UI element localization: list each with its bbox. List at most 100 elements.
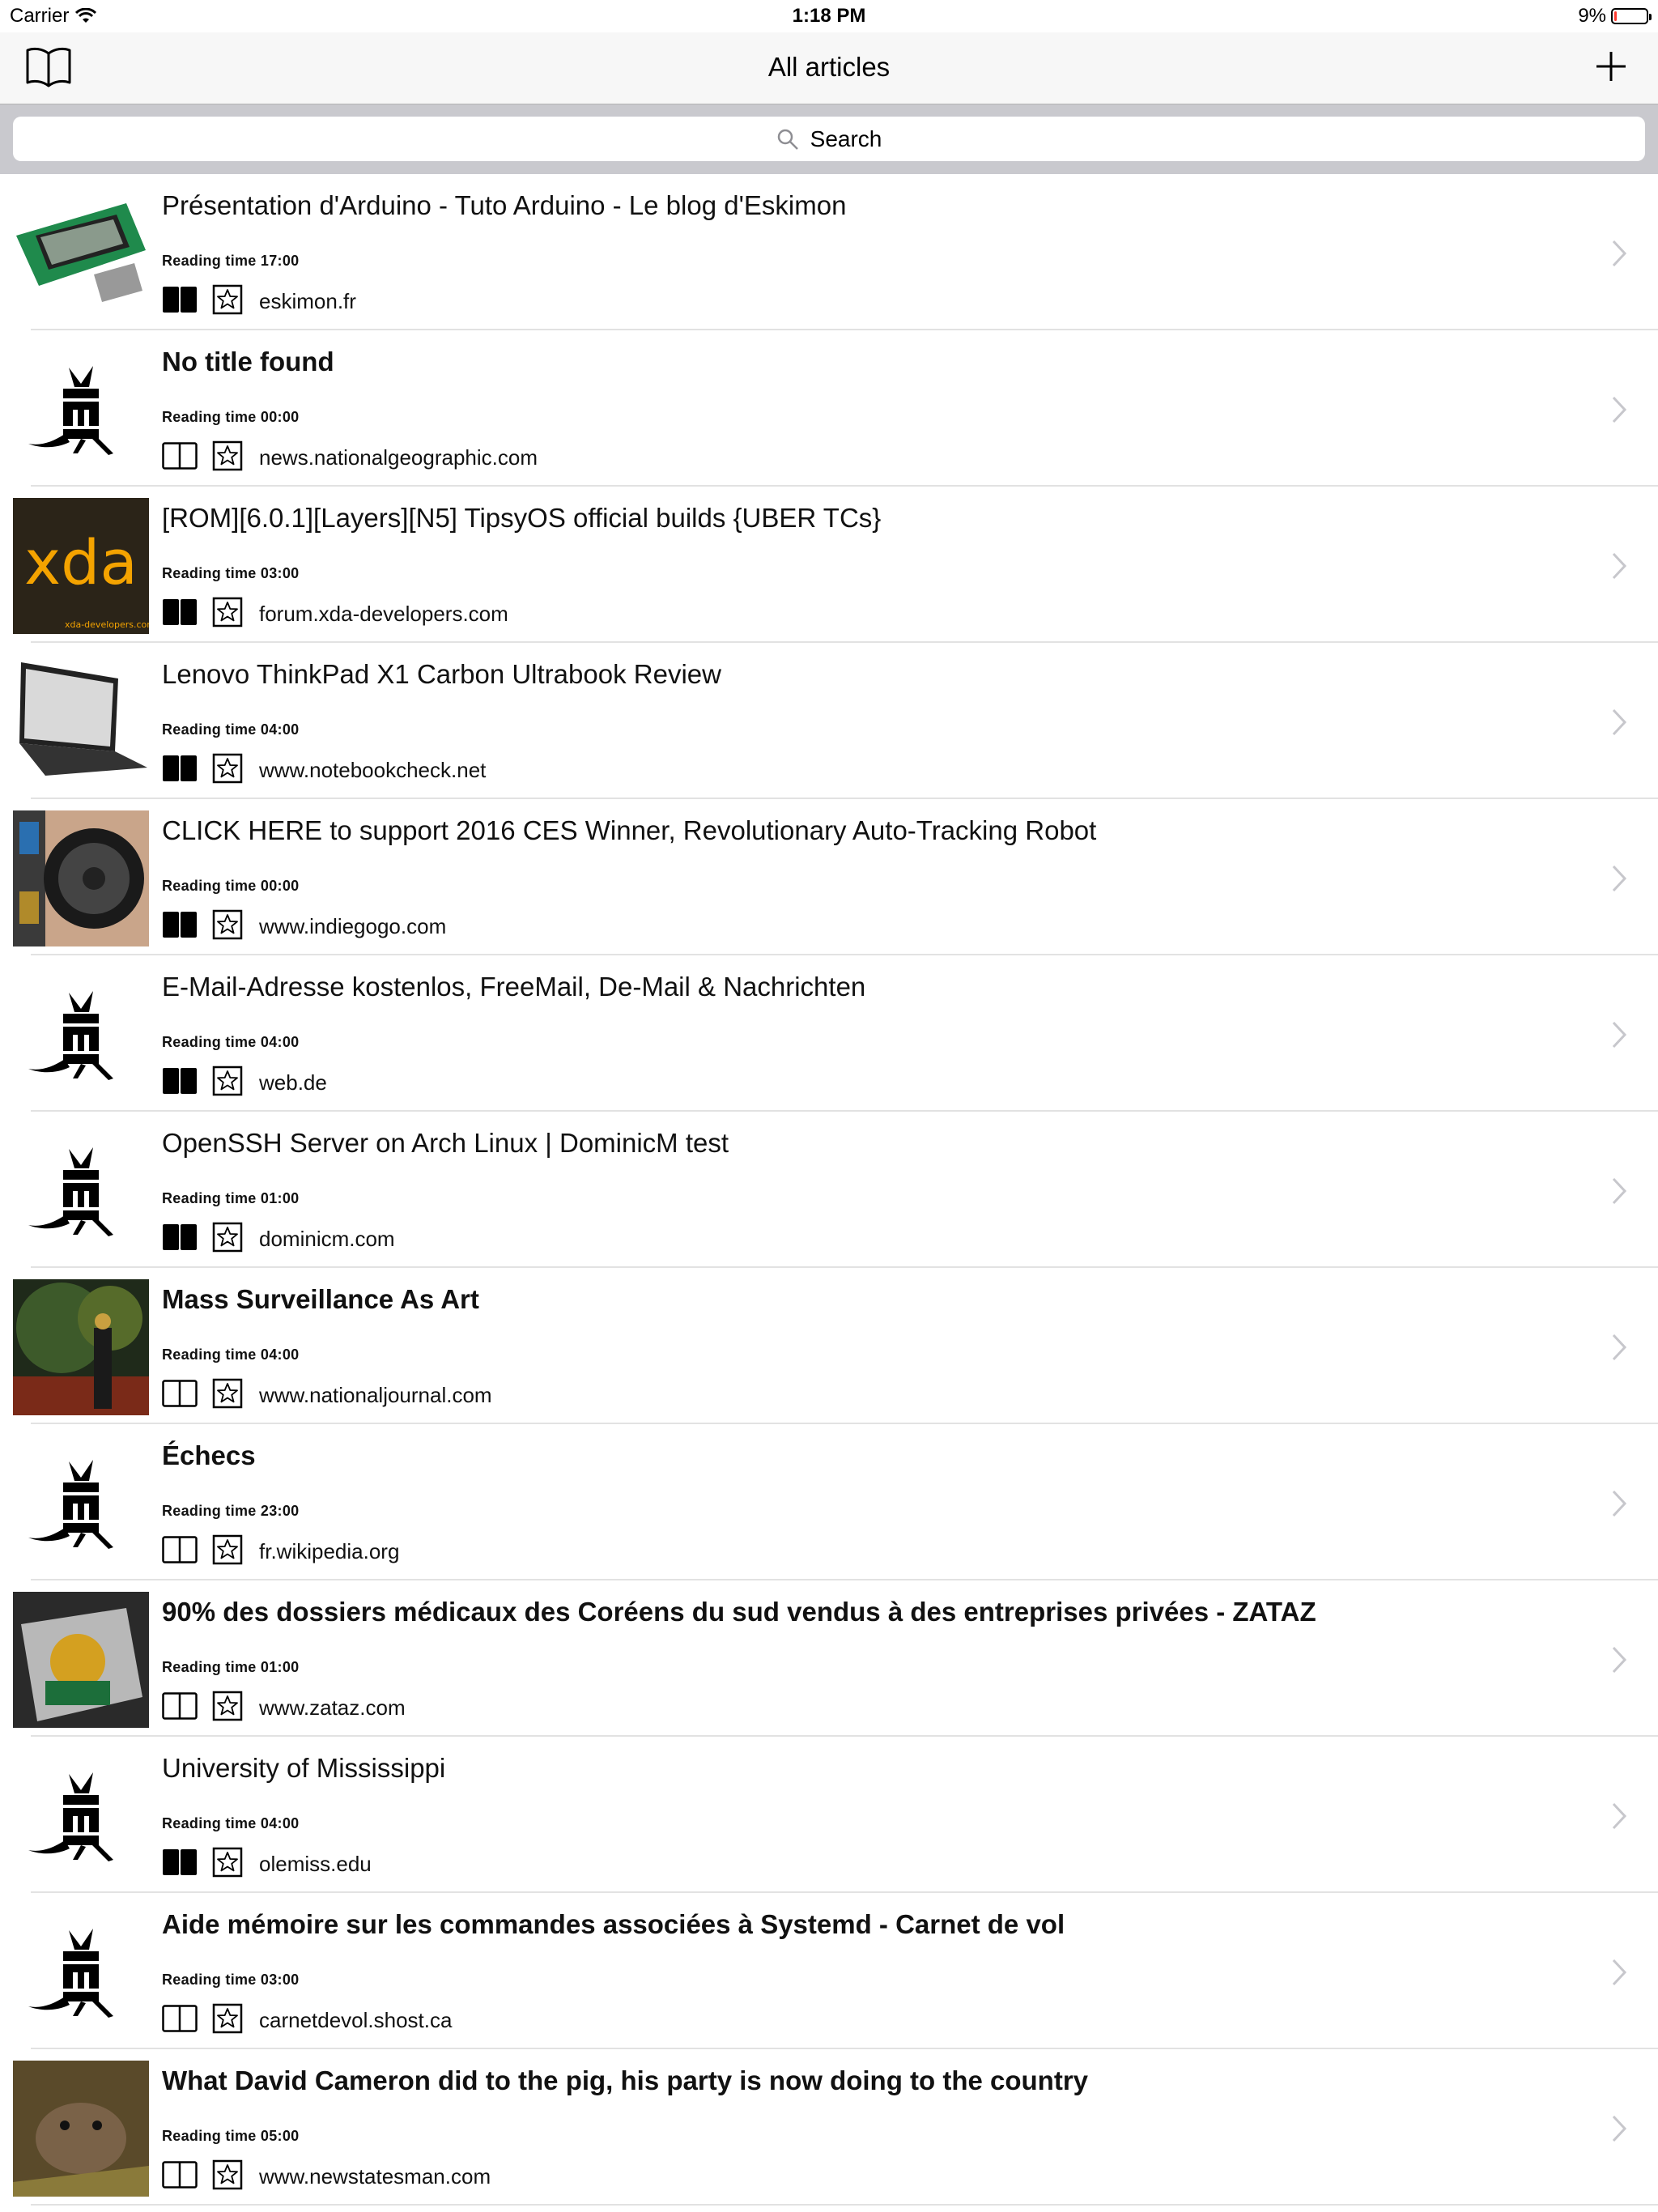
- article-domain: www.indiegogo.com: [259, 914, 447, 938]
- favorite-star-icon[interactable]: [212, 2003, 243, 2038]
- article-domain: dominicm.com: [259, 1227, 395, 1251]
- article-domain: news.nationalgeographic.com: [259, 445, 538, 470]
- article-title: No title found: [162, 347, 334, 376]
- article-domain: forum.xda-developers.com: [259, 602, 508, 626]
- book-outline-icon[interactable]: [162, 1692, 198, 1724]
- book-filled-icon[interactable]: [162, 286, 198, 317]
- article-meta: www.nationaljournal.com: [162, 1378, 492, 1413]
- book-outline-icon[interactable]: [162, 1536, 198, 1568]
- favorite-star-icon[interactable]: [212, 2159, 243, 2194]
- wallabag-logo-thumbnail: [13, 1904, 149, 2040]
- article-row-9[interactable]: Échecs Reading time 23:00 fr.wikipedia.o…: [0, 1424, 1658, 1580]
- favorite-star-icon[interactable]: [212, 1222, 243, 1257]
- favorite-star-icon[interactable]: [212, 1847, 243, 1882]
- article-row-1[interactable]: Présentation d'Arduino - Tuto Arduino - …: [0, 174, 1658, 330]
- article-title: University of Mississippi: [162, 1753, 446, 1783]
- favorite-star-icon[interactable]: [212, 753, 243, 788]
- article-meta: olemiss.edu: [162, 1847, 372, 1882]
- article-domain: www.newstatesman.com: [259, 2164, 491, 2189]
- article-row-4[interactable]: Lenovo ThinkPad X1 Carbon Ultrabook Revi…: [0, 643, 1658, 799]
- chevron-right-icon: [1612, 1959, 1627, 1986]
- chevron-right-icon: [1612, 1646, 1627, 1674]
- article-row-7[interactable]: OpenSSH Server on Arch Linux | DominicM …: [0, 1112, 1658, 1268]
- article-list: Présentation d'Arduino - Tuto Arduino - …: [0, 174, 1658, 2206]
- reading-time: Reading time 04:00: [162, 721, 300, 738]
- article-domain: www.zataz.com: [259, 1695, 406, 1720]
- chevron-right-icon: [1612, 1334, 1627, 1361]
- chevron-right-icon: [1612, 865, 1627, 892]
- battery-icon: [1611, 8, 1652, 24]
- favorite-star-icon[interactable]: [212, 1691, 243, 1725]
- article-title: CLICK HERE to support 2016 CES Winner, R…: [162, 815, 1097, 845]
- favorite-star-icon[interactable]: [212, 597, 243, 632]
- plus-icon: [1596, 52, 1626, 81]
- xda-thumbnail: xda xda-developers.com: [13, 498, 149, 634]
- article-title: E-Mail-Adresse kostenlos, FreeMail, De-M…: [162, 972, 866, 1002]
- reading-time: Reading time 03:00: [162, 1972, 300, 1988]
- article-row-5[interactable]: CLICK HERE to support 2016 CES Winner, R…: [0, 799, 1658, 955]
- book-filled-icon[interactable]: [162, 755, 198, 786]
- favorite-star-icon[interactable]: [212, 1378, 243, 1413]
- article-row-6[interactable]: E-Mail-Adresse kostenlos, FreeMail, De-M…: [0, 955, 1658, 1112]
- article-row-13[interactable]: What David Cameron did to the pig, his p…: [0, 2049, 1658, 2206]
- reading-time: Reading time 00:00: [162, 878, 300, 894]
- laptop-thumbnail: [13, 654, 149, 790]
- chevron-right-icon: [1612, 396, 1627, 423]
- reading-time: Reading time 04:00: [162, 1034, 300, 1050]
- article-meta: www.indiegogo.com: [162, 909, 446, 944]
- svg-text:xda-developers.com: xda-developers.com: [65, 619, 149, 630]
- animal-thumbnail: [13, 2061, 149, 2197]
- search-input[interactable]: Search: [13, 117, 1645, 161]
- book-filled-icon[interactable]: [162, 911, 198, 942]
- article-meta: forum.xda-developers.com: [162, 597, 508, 632]
- article-meta: www.zataz.com: [162, 1691, 406, 1725]
- article-title: What David Cameron did to the pig, his p…: [162, 2065, 1089, 2095]
- book-outline-icon[interactable]: [162, 2005, 198, 2036]
- article-row-2[interactable]: No title found Reading time 00:00 news.n…: [0, 330, 1658, 487]
- chevron-right-icon: [1612, 1802, 1627, 1830]
- article-title: [ROM][6.0.1][Layers][N5] TipsyOS officia…: [162, 503, 882, 533]
- book-outline-icon[interactable]: [162, 2161, 198, 2193]
- reading-time: Reading time 00:00: [162, 409, 300, 425]
- article-row-12[interactable]: Aide mémoire sur les commandes associées…: [0, 1893, 1658, 2049]
- book-outline-icon[interactable]: [162, 1380, 198, 1411]
- favorite-star-icon[interactable]: [212, 1534, 243, 1569]
- article-domain: fr.wikipedia.org: [259, 1539, 400, 1563]
- reading-time: Reading time 04:00: [162, 1346, 300, 1363]
- reading-time: Reading time 05:00: [162, 2128, 300, 2144]
- article-title: Aide mémoire sur les commandes associées…: [162, 1909, 1065, 1939]
- article-row-10[interactable]: 90% des dossiers médicaux des Coréens du…: [0, 1580, 1658, 1737]
- favorite-star-icon[interactable]: [212, 440, 243, 475]
- article-row-11[interactable]: University of Mississippi Reading time 0…: [0, 1737, 1658, 1893]
- article-meta: eskimon.fr: [162, 284, 356, 319]
- book-filled-icon[interactable]: [162, 598, 198, 630]
- article-title: Mass Surveillance As Art: [162, 1284, 479, 1314]
- tree-thumbnail: [13, 1279, 149, 1415]
- book-outline-icon[interactable]: [162, 442, 198, 474]
- add-article-button[interactable]: [1588, 44, 1634, 89]
- article-domain: eskimon.fr: [259, 289, 356, 313]
- book-filled-icon[interactable]: [162, 1223, 198, 1255]
- search-icon: [777, 129, 798, 150]
- hard-drive-thumbnail: [13, 1592, 149, 1728]
- favorite-star-icon[interactable]: [212, 284, 243, 319]
- search-placeholder: Search: [810, 125, 882, 151]
- battery-indicator: 9%: [1578, 5, 1652, 28]
- chevron-right-icon: [1612, 1490, 1627, 1517]
- book-filled-icon[interactable]: [162, 1067, 198, 1099]
- article-row-8[interactable]: Mass Surveillance As Art Reading time 04…: [0, 1268, 1658, 1424]
- favorite-star-icon[interactable]: [212, 909, 243, 944]
- chevron-right-icon: [1612, 552, 1627, 580]
- wallabag-logo-thumbnail: [13, 1748, 149, 1884]
- favorite-star-icon[interactable]: [212, 1066, 243, 1100]
- article-meta: www.notebookcheck.net: [162, 753, 486, 788]
- article-row-3[interactable]: xda xda-developers.com [ROM][6.0.1][Layer…: [0, 487, 1658, 643]
- battery-level-fill: [1614, 11, 1617, 21]
- lcd-display-thumbnail: [13, 185, 149, 321]
- page-title: All articles: [767, 52, 891, 82]
- article-title: 90% des dossiers médicaux des Coréens du…: [162, 1597, 1316, 1627]
- book-filled-icon[interactable]: [162, 1848, 198, 1880]
- chevron-right-icon: [1612, 240, 1627, 267]
- reading-time: Reading time 03:00: [162, 565, 300, 581]
- article-domain: www.notebookcheck.net: [259, 758, 487, 782]
